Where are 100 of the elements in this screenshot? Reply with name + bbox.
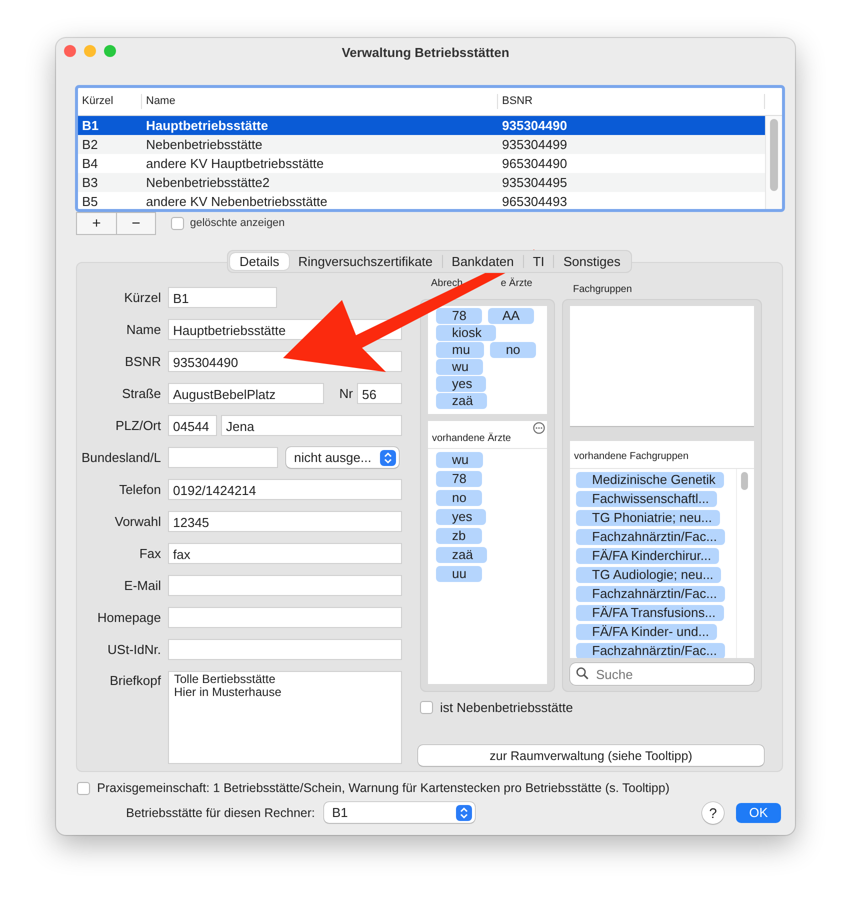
specialty-chip[interactable]: Medizinische Genetik <box>576 472 724 488</box>
table-cell-text: B3 <box>81 175 99 190</box>
tab[interactable]: Bankdaten <box>442 253 523 270</box>
text-line: Tolle Bertiebsstätte <box>174 673 276 686</box>
tab[interactable]: Details <box>230 253 290 270</box>
field-label: BSNR <box>124 354 161 369</box>
field-label: Telefon <box>118 482 161 497</box>
field-label: E-Mail <box>123 578 161 593</box>
table-cell-text: Nebenbetriebsstätte <box>145 137 264 152</box>
table-cell-text: Hauptbetriebsstätte <box>145 118 270 133</box>
field-label: Name <box>125 322 161 337</box>
input-field[interactable]: 12345 <box>168 511 402 532</box>
doctor-chip[interactable]: no <box>436 490 482 506</box>
input-field[interactable] <box>168 607 402 628</box>
field-label: Vorwahl <box>114 514 161 529</box>
doctor-chip[interactable]: wu <box>436 359 483 375</box>
field-label: Nr <box>338 386 354 401</box>
doctor-chip[interactable]: zb <box>436 528 482 544</box>
doctor-chip[interactable]: no <box>490 342 536 358</box>
column-header[interactable]: BSNR <box>498 94 765 109</box>
input-field[interactable]: 0192/1424214 <box>168 479 402 500</box>
minimize-button[interactable] <box>84 45 96 57</box>
input-field[interactable]: B1 <box>168 287 277 308</box>
ok-button[interactable]: OK <box>736 802 781 822</box>
add-button[interactable]: + <box>77 212 116 234</box>
specialty-chip[interactable]: Fachwissenschaftl... <box>576 491 718 507</box>
specialty-chip[interactable]: FÄ/FA Kinderchirur... <box>576 548 720 564</box>
field-label: Bundesland/L <box>80 450 161 465</box>
column-header[interactable]: Kürzel <box>78 94 142 109</box>
doctor-chip[interactable]: zaä <box>436 393 487 409</box>
field-label: Kürzel <box>123 290 161 305</box>
field-label: PLZ/Ort <box>114 418 161 433</box>
input-field[interactable]: 56 <box>357 383 402 404</box>
doctor-chip[interactable]: kiosk <box>436 325 496 341</box>
doctor-chip[interactable]: yes <box>436 509 486 525</box>
field-label: USt-IdNr. <box>106 642 161 657</box>
specialty-chip[interactable]: TG Phoniatrie; neu... <box>576 510 720 526</box>
table-row[interactable]: B5 andere KV Nebenbetriebsstätte 965304493 <box>78 192 765 209</box>
input-field[interactable]: fax <box>168 543 402 564</box>
specialty-chip[interactable]: Fachzahnärztin/Fac... <box>576 586 725 602</box>
checkbox[interactable] <box>77 782 90 794</box>
window-title: Verwaltung Betriebsstätten <box>342 44 510 60</box>
checkbox[interactable] <box>171 216 184 230</box>
table-cell-text: 935304499 <box>501 137 568 152</box>
scrollbar[interactable] <box>765 116 782 209</box>
specialty-chip[interactable]: FÄ/FA Transfusions... <box>576 605 724 621</box>
doctor-chip[interactable]: yes <box>436 376 486 392</box>
tab[interactable]: TI <box>524 253 554 270</box>
table-row[interactable]: B4 andere KV Hauptbetriebsstätte 965304490 <box>78 154 765 173</box>
table-row[interactable]: B3 Nebenbetriebsstätte2 935304495 <box>78 173 765 192</box>
doctor-chip[interactable]: mu <box>436 342 484 358</box>
doctor-chip[interactable]: zaä <box>436 547 487 563</box>
checkbox-label: ist Nebenbetriebsstätte <box>440 700 573 715</box>
table-cell-text: B4 <box>81 156 99 171</box>
dropdown[interactable]: B1 <box>324 802 475 823</box>
text-line: Hier in Musterhause <box>174 686 282 699</box>
field-label: Betriebsstätte für diesen Rechner: <box>126 806 315 820</box>
room-button[interactable]: zur Raumverwaltung (siehe Tooltipp) <box>418 745 764 766</box>
table-row[interactable]: B2 Nebenbetriebsstätte 935304499 <box>78 135 765 154</box>
stepper-icon <box>380 450 396 466</box>
specialty-chip[interactable]: Fachzahnärztin/Fac... <box>576 529 725 545</box>
table-cell-text: Nebenbetriebsstätte2 <box>145 175 271 190</box>
field-label: Straße <box>120 386 161 401</box>
table-cell-text: andere KV Hauptbetriebsstätte <box>145 156 325 171</box>
close-button[interactable] <box>64 45 76 57</box>
more-icon[interactable] <box>533 422 545 434</box>
checkbox-label: gelöschte anzeigen <box>190 217 285 229</box>
table-cell-text: andere KV Nebenbetriebsstätte <box>145 194 328 209</box>
doctor-chip[interactable]: 78 <box>436 471 482 487</box>
dropdown[interactable]: nicht ausge... <box>286 447 399 468</box>
specialty-chip[interactable]: TG Audiologie; neu... <box>576 567 722 583</box>
tab[interactable]: Sonstiges <box>554 253 630 270</box>
input-field[interactable]: 04544 <box>168 415 217 436</box>
doctor-chip[interactable]: wu <box>436 452 483 468</box>
doctor-chip[interactable]: uu <box>436 566 482 582</box>
text-area[interactable]: Tolle Bertiebsstätte Hier in Musterhause <box>168 671 402 764</box>
input-field[interactable] <box>168 639 402 660</box>
specialty-chip[interactable]: Fachzahnärztin/Fac... <box>576 643 725 658</box>
remove-button[interactable]: − <box>116 212 155 234</box>
tab[interactable]: Ringversuchszertifikate <box>289 253 442 270</box>
input-field[interactable] <box>168 447 278 468</box>
input-field[interactable]: AugustBebelPlatz <box>168 383 324 404</box>
table-row[interactable]: B1 Hauptbetriebsstätte 935304490 <box>78 116 765 135</box>
zoom-button[interactable] <box>104 45 116 57</box>
list-header[interactable]: vorhandene Fachgruppen <box>574 451 689 462</box>
specialty-chip[interactable]: FÄ/FA Kinder- und... <box>576 624 718 640</box>
input-field[interactable] <box>168 575 402 596</box>
group-label: Fachgruppen <box>573 283 633 296</box>
input-field[interactable]: Jena <box>221 415 402 436</box>
doctor-chip[interactable]: AA <box>488 308 534 324</box>
search-field[interactable]: Suche <box>570 663 754 685</box>
list-header[interactable]: vorhandene Ärzte <box>432 433 511 444</box>
table-cell-text: 935304495 <box>501 175 568 190</box>
column-header[interactable]: Name <box>142 94 498 109</box>
stepper-icon <box>456 804 472 820</box>
help-button[interactable]: ? <box>702 802 724 824</box>
checkbox[interactable] <box>420 701 433 714</box>
table-cell-text: 965304490 <box>501 156 568 171</box>
table-cell-text: B2 <box>81 137 99 152</box>
doctor-chip[interactable]: 78 <box>436 308 482 324</box>
